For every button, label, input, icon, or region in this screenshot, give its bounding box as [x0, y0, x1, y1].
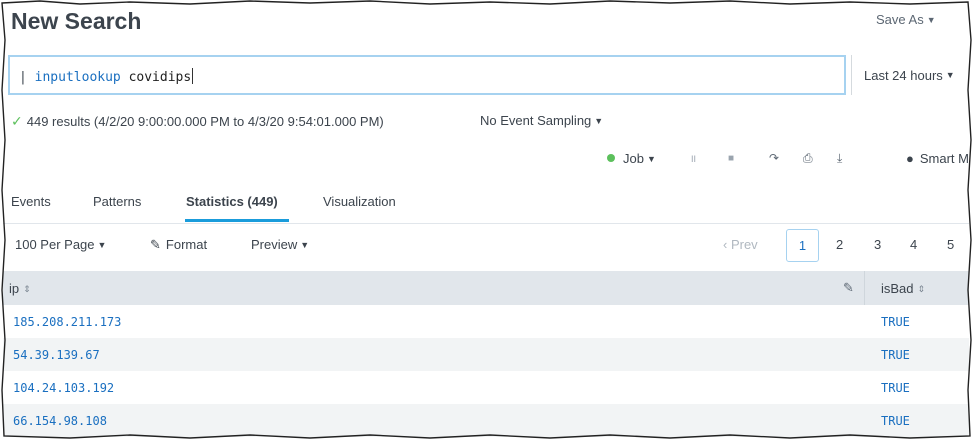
tab-visualization[interactable]: Visualization: [323, 194, 396, 209]
screenshot-frame: New Search Save As ▼ | inputlookup covidi…: [3, 3, 969, 437]
table-row: 104.24.103.192 TRUE: [3, 371, 969, 404]
isbad-cell[interactable]: TRUE: [881, 315, 910, 329]
caret-down-icon: ▼: [945, 70, 955, 80]
column-divider: [864, 271, 865, 305]
search-argument: covidips: [120, 70, 192, 85]
caret-down-icon: ▼: [300, 240, 310, 250]
format-label: Format: [165, 237, 208, 252]
results-tabs: Events Patterns Statistics (449) Visuali…: [3, 181, 969, 224]
table-row: 54.39.139.67 TRUE: [3, 338, 969, 371]
table-header: ip ⇕ ✎ isBad ⇕: [3, 271, 969, 305]
isbad-cell[interactable]: TRUE: [881, 381, 910, 395]
preview-label: Preview: [251, 237, 298, 252]
ip-cell[interactable]: 185.208.211.173: [13, 315, 121, 329]
stop-icon[interactable]: ■: [728, 153, 734, 164]
search-input[interactable]: | inputlookup covidips: [8, 55, 846, 95]
caret-down-icon: ▼: [97, 240, 107, 250]
sort-icon: ⇕: [917, 284, 926, 294]
search-pipe: |: [19, 70, 35, 85]
event-sampling-label: No Event Sampling: [480, 113, 592, 128]
results-summary: 449 results (4/2/20 9:00:00.000 PM to 4/…: [26, 114, 384, 129]
tab-patterns[interactable]: Patterns: [93, 194, 141, 209]
page-2-button[interactable]: 2: [836, 237, 843, 252]
caret-down-icon: ▼: [594, 116, 604, 126]
format-button[interactable]: ✎ Format: [150, 237, 207, 253]
ip-cell[interactable]: 54.39.139.67: [13, 348, 100, 362]
edit-column-icon[interactable]: ✎: [843, 280, 854, 296]
check-icon: ✓: [11, 113, 23, 129]
export-icon[interactable]: ⤓: [837, 151, 842, 166]
pause-icon[interactable]: II: [691, 154, 696, 164]
table-row: 185.208.211.173 TRUE: [3, 305, 969, 338]
search-mode-label: Smart M: [919, 151, 969, 166]
bulb-icon: ●: [906, 151, 914, 166]
column-header-ip[interactable]: ip ⇕: [9, 281, 31, 296]
sort-icon: ⇕: [23, 284, 31, 294]
save-as-label: Save As: [876, 12, 924, 27]
page-3-button[interactable]: 3: [874, 237, 881, 252]
search-mode-menu[interactable]: ● Smart M: [906, 151, 969, 166]
event-sampling-menu[interactable]: No Event Sampling ▼: [480, 113, 603, 128]
prev-page-button[interactable]: ‹ Prev: [723, 237, 758, 252]
isbad-cell[interactable]: TRUE: [881, 414, 910, 428]
share-icon[interactable]: ↷: [769, 151, 779, 165]
time-range-picker[interactable]: Last 24 hours ▼: [851, 55, 969, 95]
column-ip-label: ip: [9, 281, 20, 296]
per-page-label: 100 Per Page: [15, 237, 95, 252]
tab-statistics[interactable]: Statistics (449): [186, 194, 278, 209]
column-header-isbad[interactable]: isBad ⇕: [881, 281, 925, 296]
caret-down-icon: ▼: [926, 15, 936, 25]
page-1-button[interactable]: 1: [786, 229, 819, 262]
page-5-button[interactable]: 5: [947, 237, 954, 252]
time-range-label: Last 24 hours: [864, 67, 943, 83]
preview-menu[interactable]: Preview ▼: [251, 237, 309, 252]
pencil-icon: ✎: [150, 237, 161, 252]
page-4-button[interactable]: 4: [910, 237, 917, 252]
page-title: New Search: [11, 8, 142, 34]
tab-events[interactable]: Events: [11, 194, 51, 209]
text-cursor: [192, 68, 194, 84]
save-as-menu[interactable]: Save As ▼: [876, 12, 936, 27]
search-query[interactable]: | inputlookup covidips: [19, 68, 194, 85]
active-tab-indicator: [185, 219, 289, 222]
caret-down-icon: ▼: [646, 154, 656, 164]
table-row: 66.154.98.108 TRUE: [3, 404, 969, 437]
ip-cell[interactable]: 66.154.98.108: [13, 414, 107, 428]
print-icon[interactable]: ⎙: [803, 151, 813, 166]
job-label: Job: [623, 151, 644, 166]
search-status: ✓ 449 results (4/2/20 9:00:00.000 PM to 4…: [11, 113, 384, 130]
job-menu[interactable]: Job ▼: [607, 151, 656, 166]
job-status-icon: [607, 154, 615, 162]
isbad-cell[interactable]: TRUE: [881, 348, 910, 362]
column-isbad-label: isBad: [881, 281, 914, 296]
search-command: inputlookup: [34, 70, 121, 85]
per-page-menu[interactable]: 100 Per Page ▼: [15, 237, 106, 252]
ip-cell[interactable]: 104.24.103.192: [13, 381, 114, 395]
